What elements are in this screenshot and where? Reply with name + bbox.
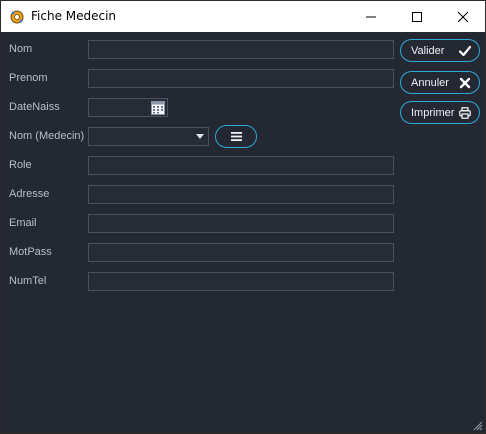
resize-grip-icon[interactable] bbox=[473, 421, 483, 431]
role-label: Role bbox=[9, 159, 32, 171]
chevron-down-icon[interactable] bbox=[196, 134, 204, 139]
nom-field[interactable] bbox=[88, 40, 394, 59]
list-icon bbox=[231, 132, 242, 141]
nom-medecin-label: Nom (Medecin) bbox=[9, 130, 85, 142]
role-field[interactable] bbox=[88, 156, 394, 175]
close-icon bbox=[458, 11, 468, 22]
email-field[interactable] bbox=[88, 214, 394, 233]
nom-label: Nom bbox=[9, 43, 33, 55]
date-naiss-field[interactable] bbox=[88, 98, 168, 117]
maximize-button[interactable] bbox=[394, 1, 440, 32]
minimize-button[interactable] bbox=[348, 1, 394, 32]
form-panel: Nom Prenom DateNaiss Nom (Medecin) Role … bbox=[1, 32, 485, 433]
adresse-label: Adresse bbox=[9, 188, 50, 200]
valider-button[interactable]: Valider bbox=[400, 39, 480, 62]
medecin-list-button[interactable] bbox=[215, 125, 257, 148]
close-button[interactable] bbox=[440, 1, 486, 32]
calendar-icon[interactable] bbox=[151, 100, 165, 115]
check-icon bbox=[459, 45, 471, 57]
annuler-label: Annuler bbox=[411, 77, 449, 89]
num-tel-field[interactable] bbox=[88, 272, 394, 291]
annuler-button[interactable]: Annuler bbox=[400, 71, 480, 94]
nom-medecin-combo[interactable] bbox=[88, 127, 209, 146]
printer-icon bbox=[459, 107, 471, 119]
title-bar: Fiche Medecin bbox=[1, 1, 485, 32]
imprimer-label: Imprimer bbox=[411, 107, 455, 119]
valider-label: Valider bbox=[411, 45, 445, 57]
mot-pass-label: MotPass bbox=[9, 246, 52, 258]
app-icon bbox=[10, 10, 24, 24]
window-title: Fiche Medecin bbox=[31, 9, 117, 23]
email-label: Email bbox=[9, 217, 37, 229]
prenom-label: Prenom bbox=[9, 72, 48, 84]
x-icon bbox=[459, 77, 471, 89]
fiche-medecin-window: Fiche Medecin Nom Prenom DateNaiss Nom (… bbox=[0, 0, 486, 434]
minimize-icon bbox=[366, 16, 376, 17]
adresse-field[interactable] bbox=[88, 185, 394, 204]
imprimer-button[interactable]: Imprimer bbox=[400, 101, 480, 124]
num-tel-label: NumTel bbox=[9, 275, 47, 287]
mot-pass-field[interactable] bbox=[88, 243, 394, 262]
date-naiss-label: DateNaiss bbox=[9, 101, 60, 113]
prenom-field[interactable] bbox=[88, 69, 394, 88]
maximize-icon bbox=[412, 11, 422, 22]
